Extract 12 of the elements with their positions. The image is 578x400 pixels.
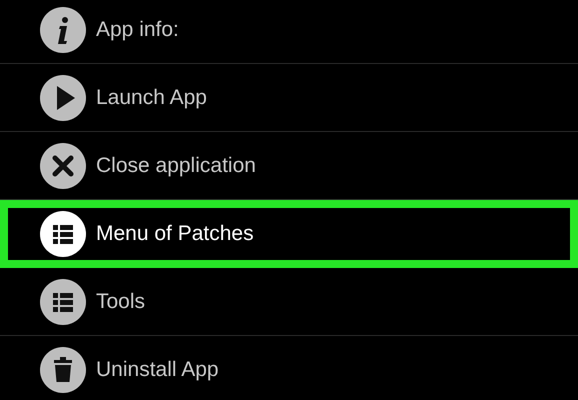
play-icon: [40, 74, 86, 120]
trash-icon: [40, 346, 86, 392]
list-icon: [40, 211, 86, 257]
menu-item[interactable]: App info:: [0, 0, 578, 64]
list-icon: [40, 278, 86, 324]
menu-item[interactable]: Tools: [0, 268, 578, 336]
menu-item[interactable]: Launch App: [0, 64, 578, 132]
menu-item[interactable]: Menu of Patches: [0, 200, 578, 268]
menu-item[interactable]: Close application: [0, 132, 578, 200]
menu-item[interactable]: Uninstall App: [0, 336, 578, 400]
close-icon: [40, 142, 86, 188]
info-icon: [40, 6, 86, 52]
